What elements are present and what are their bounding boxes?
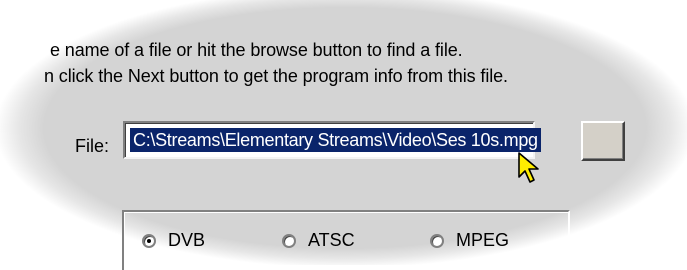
radio-dot-mpeg[interactable] bbox=[430, 233, 444, 248]
browse-button[interactable] bbox=[581, 121, 625, 161]
radio-dot-dvb[interactable] bbox=[142, 233, 156, 248]
radio-atsc[interactable]: ATSC bbox=[282, 230, 355, 251]
radio-label-atsc: ATSC bbox=[308, 230, 355, 250]
arrow-cursor-icon bbox=[518, 152, 539, 183]
radio-label-mpeg: MPEG bbox=[456, 230, 510, 250]
radio-dvb[interactable]: DVB bbox=[142, 230, 205, 251]
file-label: File: bbox=[75, 136, 110, 156]
radio-dot-atsc[interactable] bbox=[282, 233, 296, 248]
instruction-line-1: e name of a file or hit the browse butto… bbox=[50, 40, 463, 60]
instruction-line-2: n click the Next button to get the progr… bbox=[44, 66, 508, 86]
radio-mpeg[interactable]: MPEG bbox=[430, 230, 509, 251]
radio-label-dvb: DVB bbox=[168, 230, 206, 250]
file-path-value[interactable]: C:\Streams\Elementary Streams\Video\Ses … bbox=[130, 128, 541, 152]
